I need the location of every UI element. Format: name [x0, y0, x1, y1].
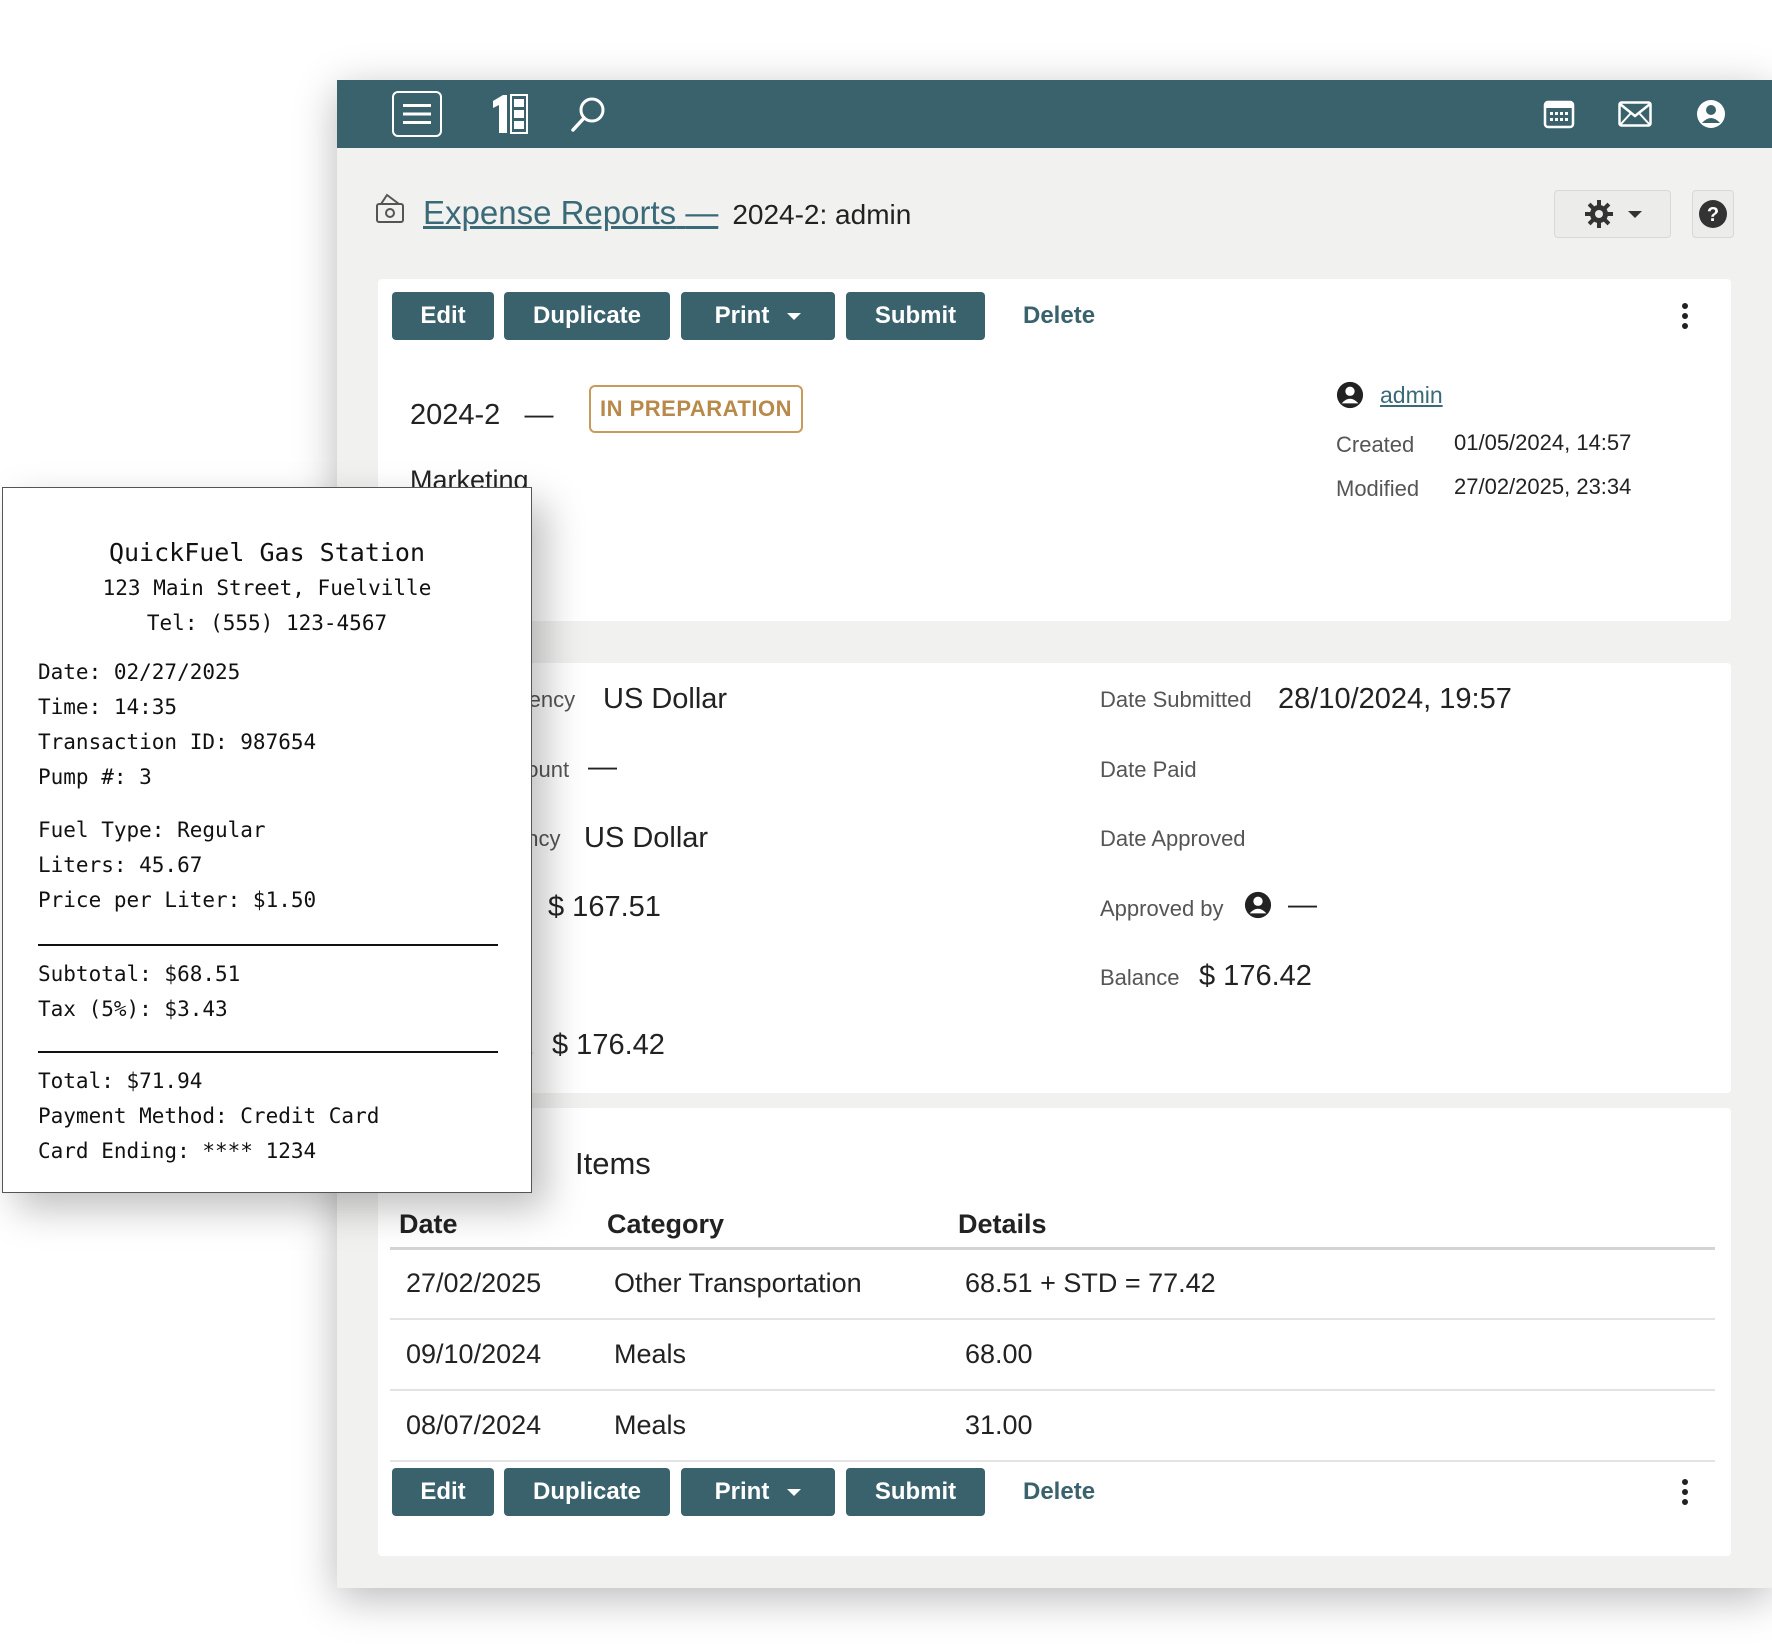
receipt-address: 123 Main Street, Fuelville	[102, 576, 432, 600]
cell-category: Meals	[598, 1319, 949, 1391]
kebab-icon[interactable]	[1673, 1468, 1697, 1516]
field-value: $ 176.42	[552, 1029, 665, 1061]
column-header-category[interactable]: Category	[598, 1202, 949, 1250]
receipt-subtotal: Subtotal: $68.51	[38, 962, 241, 986]
receipt-date: Date: 02/27/2025	[38, 660, 241, 684]
chevron-down-icon	[1627, 210, 1642, 218]
user-circle-icon	[1336, 381, 1364, 409]
table-header-row: Date Category Details	[390, 1202, 1715, 1250]
cell-date: 27/02/2025	[390, 1248, 598, 1320]
expense-module-icon	[375, 192, 405, 224]
items-panel: Items Date Category Details 27/02/2025 O…	[378, 1108, 1731, 1556]
receipt-tel: Tel: (555) 123-4567	[146, 611, 388, 635]
cell-date: 08/07/2024	[390, 1390, 598, 1462]
table-row[interactable]: 27/02/2025 Other Transportation 68.51 + …	[390, 1248, 1715, 1320]
receipt-total: Total: $71.94	[38, 1069, 203, 1093]
cell-category: Other Transportation	[598, 1248, 949, 1320]
kebab-icon[interactable]	[1673, 292, 1697, 340]
chevron-down-icon	[787, 312, 802, 320]
help-icon: ?	[1699, 200, 1727, 228]
date-submitted-value: 28/10/2024, 19:57	[1278, 683, 1512, 715]
delete-button[interactable]: Delete	[1023, 1468, 1095, 1516]
cell-details: 31.00	[949, 1390, 1715, 1462]
receipt-tax: Tax (5%): $3.43	[38, 997, 228, 1021]
details-panel: rrency US Dollar nount — ency US Dollar …	[378, 663, 1731, 1093]
logo-1crm-icon[interactable]	[485, 89, 535, 139]
duplicate-button[interactable]: Duplicate	[504, 292, 670, 340]
top-navbar	[337, 80, 1772, 148]
submit-button[interactable]: Submit	[846, 292, 985, 340]
field-value: $ 167.51	[548, 891, 661, 923]
user-circle-icon	[1244, 891, 1272, 919]
receipt-pump: Pump #: 3	[38, 765, 152, 789]
approved-by-value: —	[1288, 889, 1317, 921]
print-button[interactable]: Print	[681, 1468, 835, 1516]
field-value: US Dollar	[603, 683, 728, 715]
chevron-down-icon	[787, 1488, 802, 1496]
column-header-details[interactable]: Details	[949, 1202, 1715, 1250]
receipt-card-ending: Card Ending: **** 1234	[38, 1139, 317, 1163]
gear-icon	[1584, 200, 1613, 228]
record-header-panel: Edit Duplicate Print Submit Delete 2024-…	[378, 279, 1731, 621]
date-submitted-label: Date Submitted	[1100, 687, 1252, 712]
receipt-image: QuickFuel Gas Station 123 Main Street, F…	[2, 487, 532, 1193]
delete-button[interactable]: Delete	[1023, 292, 1095, 340]
action-toolbar-top: Edit Duplicate Print Submit Delete	[392, 292, 1717, 340]
record-title: 2024-2: admin	[732, 199, 912, 230]
calendar-icon[interactable]	[1537, 89, 1581, 139]
date-paid-label: Date Paid	[1100, 757, 1197, 782]
field-value: US Dollar	[584, 822, 709, 854]
cell-details: 68.51 + STD = 77.42	[949, 1248, 1715, 1320]
menu-icon[interactable]	[392, 91, 442, 137]
receipt-price: Price per Liter: $1.50	[38, 888, 317, 912]
receipt-divider	[38, 944, 498, 946]
table-row[interactable]: 09/10/2024 Meals 68.00	[390, 1319, 1715, 1391]
search-icon[interactable]	[567, 89, 611, 139]
edit-button[interactable]: Edit	[392, 1468, 494, 1516]
action-toolbar-bottom: Edit Duplicate Print Submit Delete	[392, 1468, 1717, 1516]
owner-row: admin	[1336, 381, 1443, 409]
cell-date: 09/10/2024	[390, 1319, 598, 1391]
balance-value: $ 176.42	[1199, 960, 1312, 992]
help-button[interactable]: ?	[1692, 190, 1734, 238]
approved-by-label: Approved by	[1100, 896, 1224, 921]
breadcrumb: Expense Reports — 2024-2: admin	[423, 194, 911, 232]
items-table: Date Category Details 27/02/2025 Other T…	[390, 1202, 1715, 1462]
crm-window: Expense Reports — 2024-2: admin ? Edit Du…	[337, 80, 1772, 1588]
balance-label: Balance	[1100, 965, 1180, 990]
status-badge: IN PREPARATION	[589, 385, 803, 433]
user-icon[interactable]	[1689, 89, 1733, 139]
receipt-store-name: QuickFuel Gas Station	[108, 538, 426, 567]
date-approved-label: Date Approved	[1100, 826, 1246, 851]
edit-button[interactable]: Edit	[392, 292, 494, 340]
cell-details: 68.00	[949, 1319, 1715, 1391]
modified-value: 27/02/2025, 23:34	[1454, 474, 1632, 499]
receipt-divider	[38, 1051, 498, 1053]
column-header-date[interactable]: Date	[390, 1202, 598, 1250]
owner-link[interactable]: admin	[1380, 382, 1443, 409]
table-row[interactable]: 08/07/2024 Meals 31.00	[390, 1390, 1715, 1462]
receipt-payment-method: Payment Method: Credit Card	[38, 1104, 380, 1128]
created-value: 01/05/2024, 14:57	[1454, 430, 1632, 455]
modified-label: Modified	[1336, 476, 1420, 501]
items-title: Items	[575, 1146, 651, 1181]
record-id: 2024-2 —	[410, 399, 554, 431]
receipt-transaction: Transaction ID: 987654	[38, 730, 317, 754]
receipt-time: Time: 14:35	[38, 695, 178, 719]
print-button[interactable]: Print	[681, 292, 835, 340]
cell-category: Meals	[598, 1390, 949, 1462]
svg-text:?: ?	[1707, 204, 1719, 226]
submit-button[interactable]: Submit	[846, 1468, 985, 1516]
field-value: —	[588, 751, 617, 783]
created-label: Created	[1336, 432, 1415, 457]
settings-dropdown-button[interactable]	[1554, 190, 1671, 238]
receipt-liters: Liters: 45.67	[38, 853, 203, 877]
breadcrumb-module-link[interactable]: Expense Reports —	[423, 194, 718, 231]
mail-icon[interactable]	[1613, 89, 1657, 139]
receipt-fuel-type: Fuel Type: Regular	[38, 818, 266, 842]
duplicate-button[interactable]: Duplicate	[504, 1468, 670, 1516]
